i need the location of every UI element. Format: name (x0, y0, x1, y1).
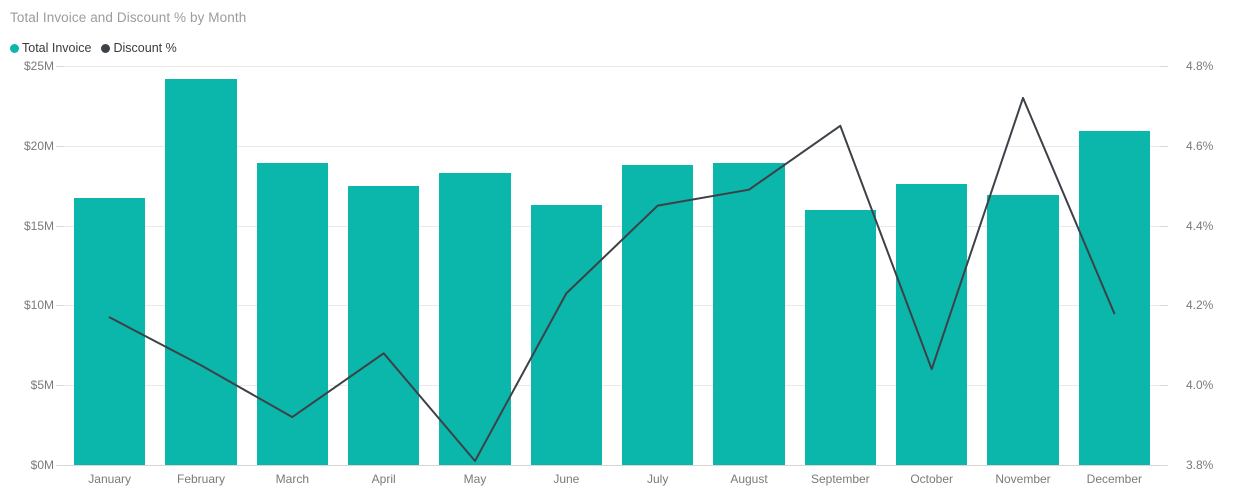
y-axis-left-tick-mark (56, 66, 64, 67)
y-axis-left-tick-label: $0M (30, 458, 54, 472)
y-axis-left-tick-mark (56, 305, 64, 306)
y-axis-left-tick-label: $10M (23, 298, 54, 312)
bar[interactable] (348, 185, 420, 465)
y-axis-right-tick-mark (1160, 226, 1168, 227)
x-axis-tick-label: August (730, 472, 768, 486)
y-axis-right-tick-label: 3.8% (1186, 458, 1214, 472)
y-axis-left-tick-label: $20M (23, 139, 54, 153)
bar[interactable] (804, 209, 876, 465)
y-axis-left-tick-mark (56, 226, 64, 227)
y-axis-right-tick-mark (1160, 385, 1168, 386)
gridline (64, 465, 1160, 466)
x-axis-tick-label: January (88, 472, 132, 486)
gridline (64, 66, 1160, 67)
bar[interactable] (165, 78, 237, 465)
bar[interactable] (713, 163, 785, 465)
x-axis-tick-label: October (910, 472, 953, 486)
y-axis-left-tick-mark (56, 385, 64, 386)
bar[interactable] (74, 198, 146, 465)
y-axis-left-tick-label: $15M (23, 219, 54, 233)
y-axis-left-tick-mark (56, 465, 64, 466)
bar[interactable] (622, 164, 694, 465)
x-axis-tick-label: December (1086, 472, 1143, 486)
bar[interactable] (256, 163, 328, 465)
y-axis-right-tick-label: 4.4% (1186, 219, 1214, 233)
bar[interactable] (896, 184, 968, 465)
bar[interactable] (987, 195, 1059, 465)
x-axis-tick-label: May (463, 472, 487, 486)
x-axis-tick-label: September (810, 472, 870, 486)
y-axis-left-tick-mark (56, 146, 64, 147)
y-axis-right-tick-mark (1160, 146, 1168, 147)
x-axis-tick-label: June (553, 472, 580, 486)
y-axis-right-tick-mark (1160, 66, 1168, 67)
x-axis-tick-label: February (176, 472, 226, 486)
y-axis-right-tick-mark (1160, 465, 1168, 466)
chart-visual: Total Invoice and Discount % by Month To… (0, 0, 1236, 504)
y-axis-left-tick-label: $25M (23, 59, 54, 73)
x-axis-tick-label: November (995, 472, 1051, 486)
y-axis-right-tick-label: 4.0% (1186, 378, 1214, 392)
x-axis-tick-label: April (371, 472, 396, 486)
bar[interactable] (1078, 131, 1150, 465)
y-axis-right-tick-label: 4.8% (1186, 59, 1214, 73)
x-axis-tick-label: July (646, 472, 669, 486)
y-axis-right-tick-label: 4.6% (1186, 139, 1214, 153)
bar[interactable] (439, 172, 511, 465)
y-axis-right-tick-label: 4.2% (1186, 298, 1214, 312)
plot-area: $25M $20M $15M $10M $5M $0M 4.8% 4.6% 4.4% 4.2% 4… (0, 0, 1236, 504)
bar[interactable] (530, 204, 602, 465)
y-axis-left-tick-label: $5M (30, 378, 54, 392)
y-axis-right-tick-mark (1160, 305, 1168, 306)
x-axis-tick-label: March (275, 472, 309, 486)
